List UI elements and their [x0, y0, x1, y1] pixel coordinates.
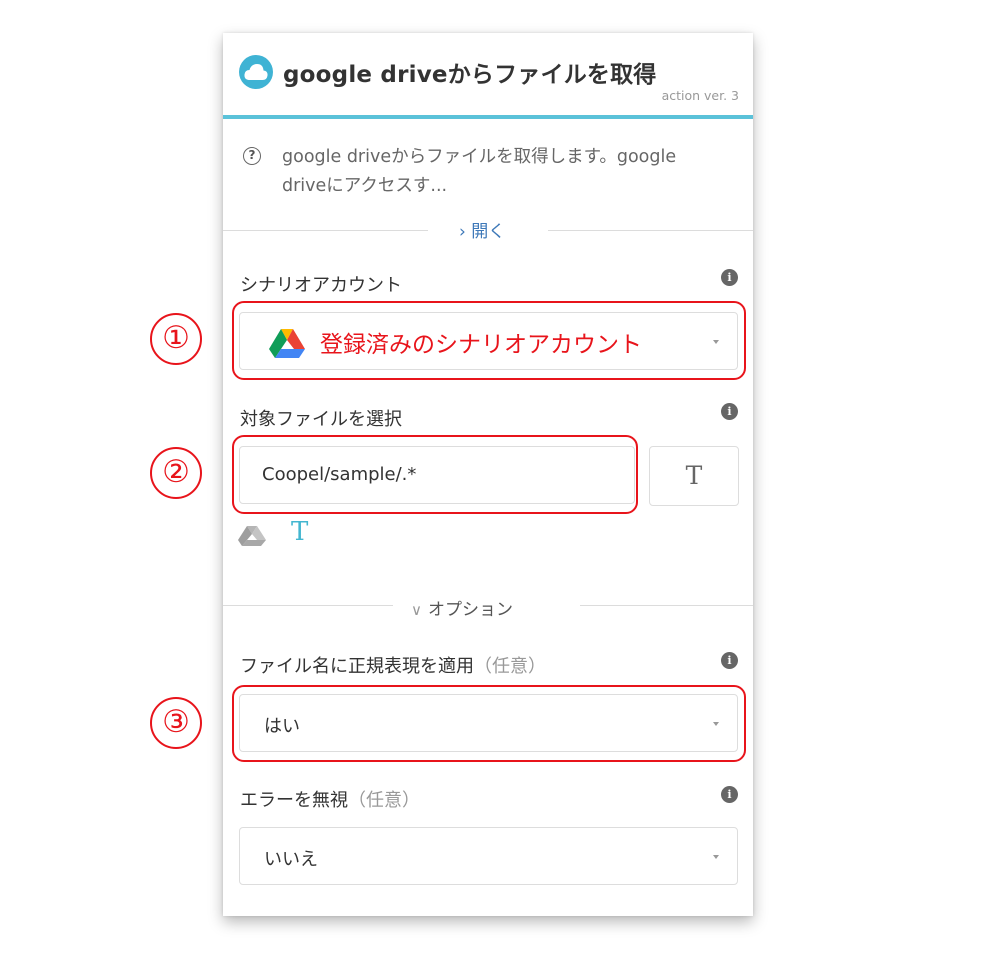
divider: [223, 605, 393, 606]
text-mode-icon[interactable]: T: [291, 517, 308, 547]
regex-label: ファイル名に正規表現を適用（任意）: [240, 652, 546, 678]
ignore-error-label-text: エラーを無視: [240, 790, 348, 811]
divider: [548, 230, 753, 231]
divider: [223, 230, 428, 231]
target-file-label: 対象ファイルを選択: [240, 409, 402, 430]
google-drive-mode-icon[interactable]: [237, 525, 267, 547]
ignore-error-value: いいえ: [264, 849, 318, 870]
annotation-number-2: ②: [150, 447, 202, 499]
open-description-link[interactable]: › 開く: [459, 217, 505, 242]
version-label: action ver. 3: [661, 88, 739, 103]
cloud-icon: [239, 55, 273, 89]
account-label: シナリオアカウント: [240, 275, 402, 296]
annotation-number-3: ③: [150, 697, 202, 749]
chevron-down-icon: [713, 855, 719, 859]
description-text: google driveからファイルを取得します。google driveにアク…: [282, 147, 677, 196]
annotation-box-2: [232, 435, 638, 514]
regex-label-text: ファイル名に正規表現を適用: [240, 656, 474, 677]
text-mode-button[interactable]: T: [649, 446, 739, 506]
options-toggle[interactable]: ∨ オプション: [411, 595, 513, 620]
info-icon[interactable]: i: [721, 403, 738, 420]
ignore-error-select[interactable]: いいえ: [239, 827, 738, 885]
optional-tag: （任意）: [348, 790, 420, 811]
info-icon[interactable]: i: [721, 786, 738, 803]
help-icon: ?: [243, 147, 261, 165]
optional-tag: （任意）: [474, 656, 546, 677]
page-title: google driveからファイルを取得: [283, 62, 657, 88]
panel-header: google driveからファイルを取得 action ver. 3: [223, 33, 753, 119]
info-icon[interactable]: i: [721, 652, 738, 669]
info-icon[interactable]: i: [721, 269, 738, 286]
annotation-number-1: ①: [150, 313, 202, 365]
annotation-box-1: [232, 301, 746, 380]
annotation-box-3: [232, 685, 746, 762]
divider: [580, 605, 753, 606]
options-label: オプション: [427, 600, 513, 620]
chevron-down-icon: ∨: [411, 601, 422, 619]
ignore-error-label: エラーを無視（任意）: [240, 786, 420, 812]
